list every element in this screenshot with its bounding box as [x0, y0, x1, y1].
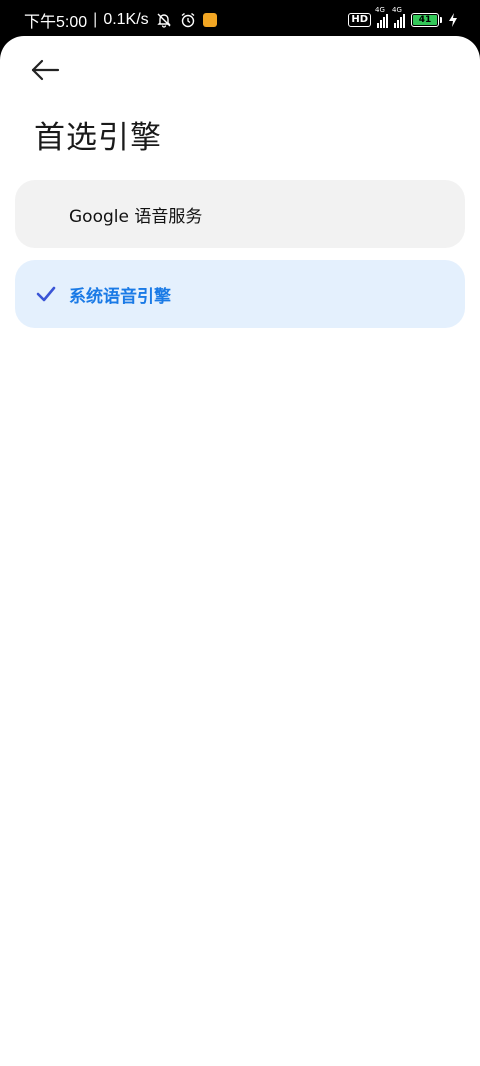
option-label: 系统语音引擎 — [69, 286, 171, 307]
status-right: HD 4G 4G 41 — [348, 6, 458, 28]
status-left: 下午5:00 | 0.1K/s — [24, 8, 217, 32]
signal-icon-2: 4G — [392, 6, 405, 28]
option-system-voice-engine[interactable]: 系统语音引擎 — [15, 260, 465, 328]
option-label: Google 语音服务 — [69, 206, 203, 227]
charging-icon — [448, 13, 458, 27]
signal-tag-2: 4G — [392, 6, 402, 14]
status-time: 下午5:00 — [24, 14, 88, 31]
arrow-left-icon — [31, 59, 60, 81]
battery-icon: 41 — [411, 13, 442, 27]
status-bar: 下午5:00 | 0.1K/s HD 4G 4G 41 — [0, 0, 480, 40]
battery-level: 41 — [413, 15, 437, 25]
network-speed: 0.1K/s — [103, 11, 149, 28]
back-button[interactable] — [30, 54, 70, 86]
mute-bell-icon — [155, 11, 173, 29]
page-title: 首选引擎 — [34, 120, 162, 156]
alarm-icon — [179, 11, 197, 29]
signal-icon-1: 4G — [375, 6, 388, 28]
status-separator: | — [93, 11, 98, 28]
signal-tag-1: 4G — [375, 6, 385, 14]
app-notification-icon — [202, 13, 217, 27]
hd-badge: HD — [348, 13, 371, 27]
preferred-engine-sheet: 首选引擎 Google 语音服务 系统语音引擎 — [0, 36, 480, 1066]
option-google-voice-service[interactable]: Google 语音服务 — [15, 180, 465, 248]
check-icon — [36, 286, 56, 302]
